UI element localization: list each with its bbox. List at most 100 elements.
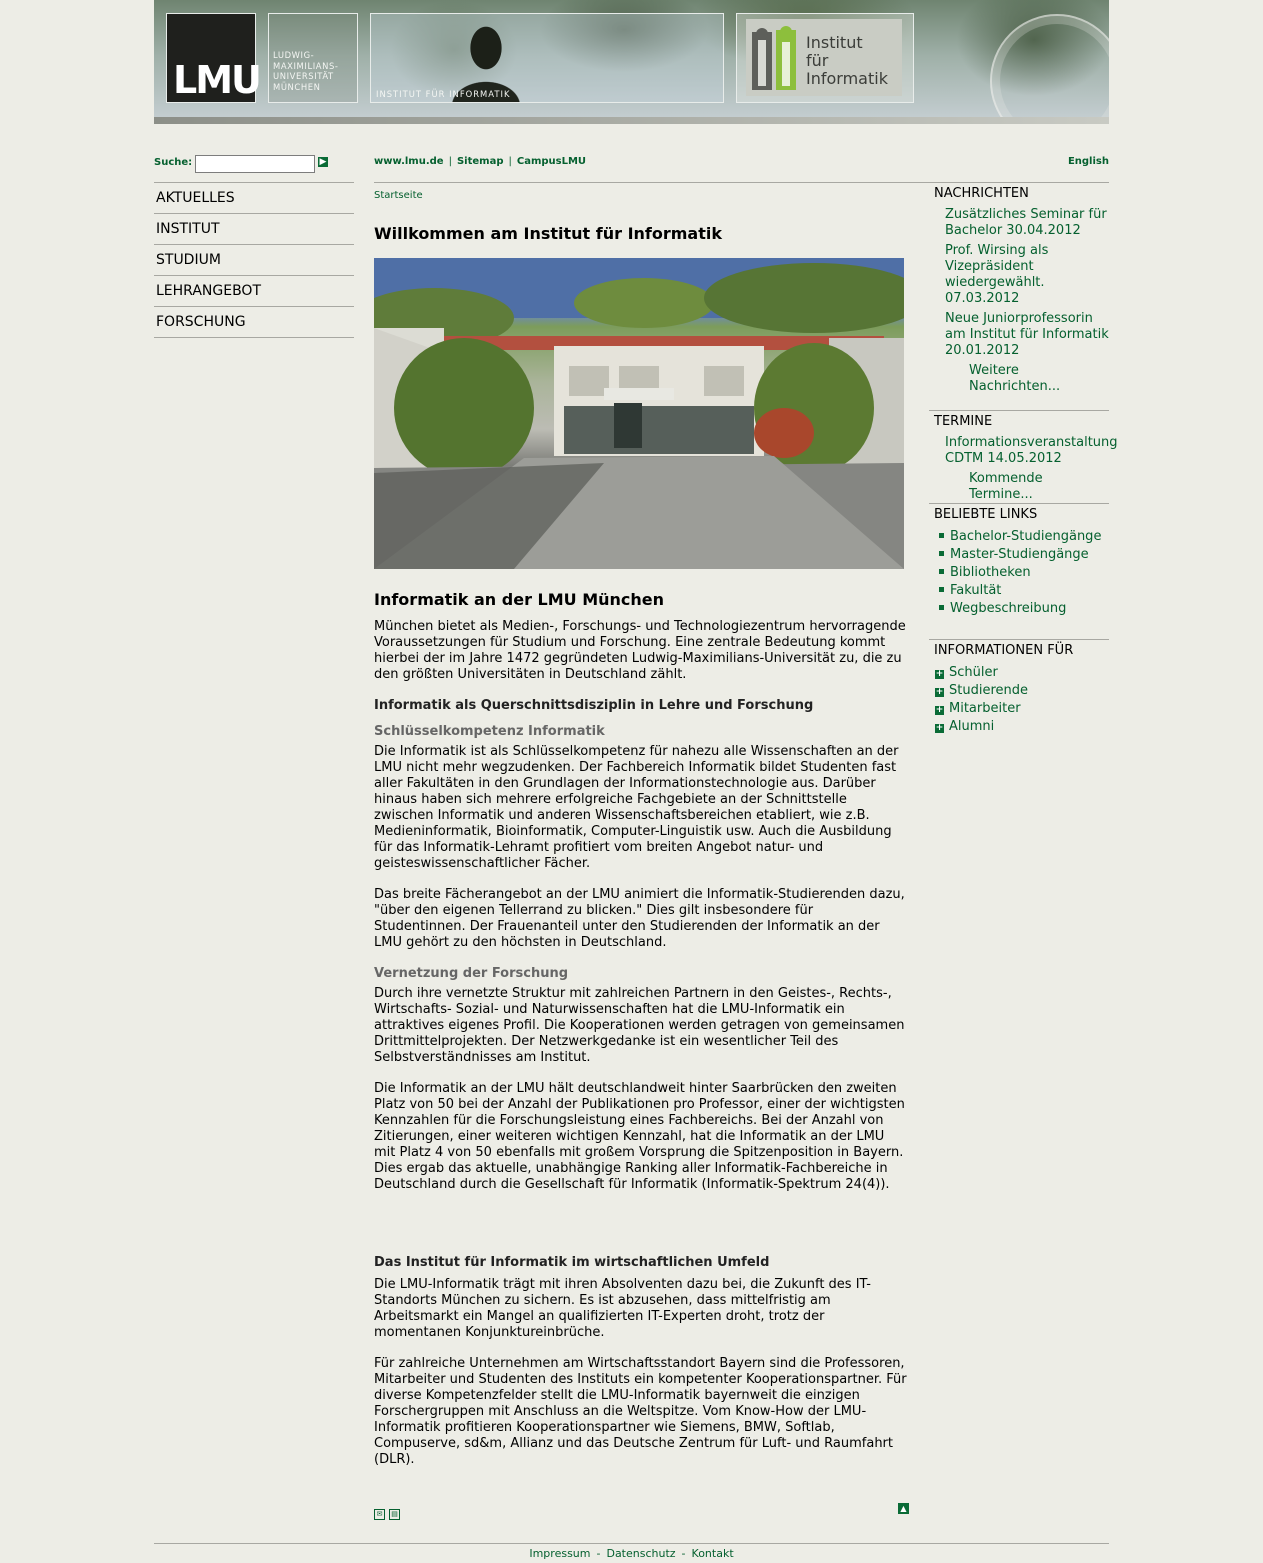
header-banner: LMU LUDWIG- MAXIMILIANS- UNIVERSITÄT MÜN… — [154, 0, 1109, 124]
institute-label: INSTITUT FÜR INFORMATIK — [376, 89, 511, 99]
separator: | — [508, 156, 512, 167]
more-news-link[interactable]: Weitere Nachrichten... — [929, 363, 1109, 395]
page-actions: ✉ ▤ — [374, 1505, 404, 1520]
bullet-square-icon — [939, 587, 944, 592]
header-bottom-band — [154, 117, 1109, 124]
popular-link[interactable]: Bachelor-Studiengänge — [929, 528, 1109, 546]
footer-link-datenschutz[interactable]: Datenschutz — [606, 1547, 675, 1560]
institute-building-photo — [374, 258, 904, 569]
more-events-link[interactable]: Kommende Termine... — [929, 471, 1109, 503]
body-paragraph: Die Informatik ist als Schlüsselkompeten… — [374, 744, 899, 871]
audience-link[interactable]: + Mitarbeiter — [929, 700, 1109, 718]
intro-paragraph: München bietet als Medien-, Forschungs- … — [374, 619, 906, 682]
institute-banner: INSTITUT FÜR INFORMATIK — [370, 13, 724, 103]
mail-icon[interactable]: ✉ — [374, 1509, 385, 1520]
ifi-logo-text: Institut für Informatik — [806, 34, 888, 88]
footer-links: Impressum - Datenschutz - Kontakt — [0, 1547, 1263, 1560]
ifi-logo-line: für — [806, 51, 829, 70]
audience-link-label: Studierende — [949, 683, 1028, 698]
language-switch-english[interactable]: English — [1068, 156, 1109, 167]
audience-link[interactable]: + Studierende — [929, 682, 1109, 700]
popular-link[interactable]: Fakultät — [929, 582, 1109, 600]
nav-item-studium[interactable]: STUDIUM — [154, 244, 354, 275]
news-item[interactable]: Neue Juniorprofessorin am Institut für I… — [929, 311, 1109, 359]
news-item[interactable]: Zusätzliches Seminar für Bachelor 30.04.… — [929, 207, 1109, 239]
bullet-square-icon — [939, 533, 944, 538]
plus-icon: + — [935, 687, 944, 697]
university-name-line: MÜNCHEN — [273, 81, 321, 92]
subsection-subheading: Schlüsselkompetenz Informatik — [374, 724, 605, 739]
body-paragraph: Für zahlreiche Unternehmen am Wirtschaft… — [374, 1356, 907, 1467]
university-name-line: UNIVERSITÄT — [273, 71, 334, 81]
ifi-logo: Institut für Informatik — [746, 19, 902, 96]
body-paragraph: Die Informatik an der LMU hält deutschla… — [374, 1081, 905, 1192]
breadcrumb-startseite[interactable]: Startseite — [374, 190, 423, 201]
popular-link-label: Wegbeschreibung — [950, 601, 1067, 616]
footer-divider — [154, 1543, 1109, 1544]
ifi-logo-box[interactable]: Institut für Informatik — [736, 13, 914, 103]
separator: | — [448, 156, 452, 167]
ifi-logo-line: Informatik — [806, 69, 888, 88]
section-heading: Informatik an der LMU München — [374, 590, 665, 609]
audience-link-label: Alumni — [949, 719, 995, 734]
search-input[interactable] — [195, 155, 315, 173]
plus-icon: + — [935, 669, 944, 679]
events-box: TERMINE Informationsveranstaltung CDTM 1… — [929, 410, 1118, 503]
search-label: Suche: — [154, 157, 193, 168]
plus-icon: + — [935, 723, 944, 733]
separator: - — [596, 1547, 601, 1560]
popular-links-box: BELIEBTE LINKS Bachelor-Studiengänge Mas… — [929, 503, 1109, 618]
building-illustration — [374, 258, 904, 569]
audience-link-label: Schüler — [949, 665, 998, 680]
event-item[interactable]: Informationsveranstaltung CDTM 14.05.201… — [929, 435, 1120, 467]
university-name-line: LUDWIG- — [273, 50, 315, 60]
arrow-right-icon[interactable]: ▶ — [318, 157, 328, 167]
information-for-title: INFORMATIONEN FÜR — [934, 643, 1074, 658]
nav-item-aktuelles[interactable]: AKTUELLES — [154, 182, 354, 213]
university-name: LUDWIG- MAXIMILIANS- UNIVERSITÄT MÜNCHEN — [273, 50, 357, 92]
bullet-square-icon — [939, 551, 944, 556]
lmu-logo[interactable]: LMU — [166, 13, 262, 103]
link-lmu-de[interactable]: www.lmu.de — [374, 156, 444, 167]
nav-item-institut[interactable]: INSTITUT — [154, 213, 354, 244]
subsection-heading: Das Institut für Informatik im wirtschaf… — [374, 1255, 770, 1270]
popular-link[interactable]: Wegbeschreibung — [929, 600, 1109, 618]
audience-link[interactable]: + Alumni — [929, 718, 1109, 736]
university-name-line: MAXIMILIANS- — [273, 60, 339, 71]
back-to-top-icon[interactable]: ▲ — [898, 1503, 909, 1514]
lmu-logo-text: LMU — [173, 58, 262, 102]
popular-link-label: Bibliotheken — [950, 565, 1031, 580]
audience-link[interactable]: + Schüler — [929, 664, 1109, 682]
subsection-heading: Informatik als Querschnittsdisziplin in … — [374, 698, 814, 713]
link-campuslmu[interactable]: CampusLMU — [517, 156, 586, 167]
print-icon[interactable]: ▤ — [389, 1509, 400, 1520]
main-navigation: AKTUELLES INSTITUT STUDIUM LEHRANGEBOT F… — [154, 182, 354, 338]
separator: - — [681, 1547, 686, 1560]
body-paragraph: Das breite Fächerangebot an der LMU anim… — [374, 887, 905, 950]
footer-link-kontakt[interactable]: Kontakt — [692, 1547, 734, 1560]
popular-link-label: Fakultät — [950, 583, 1002, 598]
bullet-square-icon — [939, 605, 944, 610]
footer-link-impressum[interactable]: Impressum — [529, 1547, 590, 1560]
information-for-box: INFORMATIONEN FÜR + Schüler + Studierende … — [929, 639, 1109, 736]
page-title: Willkommen am Institut für Informatik — [374, 224, 722, 243]
nav-item-lehrangebot[interactable]: LEHRANGEBOT — [154, 275, 354, 306]
popular-link[interactable]: Bibliotheken — [929, 564, 1109, 582]
audience-link-label: Mitarbeiter — [949, 701, 1021, 716]
body-paragraph: Die LMU-Informatik trägt mit ihren Absol… — [374, 1277, 871, 1340]
body-paragraph: Durch ihre vernetzte Struktur mit zahlre… — [374, 986, 905, 1065]
plus-icon: + — [935, 705, 944, 715]
ifi-mark-icon — [752, 26, 796, 90]
university-name-box: LUDWIG- MAXIMILIANS- UNIVERSITÄT MÜNCHEN — [268, 13, 358, 103]
news-title: NACHRICHTEN — [934, 186, 1029, 201]
news-item[interactable]: Prof. Wirsing als Vizepräsident wiederge… — [929, 243, 1109, 307]
popular-link-label: Master-Studiengänge — [950, 547, 1089, 562]
subsection-subheading: Vernetzung der Forschung — [374, 966, 569, 981]
popular-links-title: BELIEBTE LINKS — [934, 507, 1038, 522]
bullet-square-icon — [939, 569, 944, 574]
popular-link[interactable]: Master-Studiengänge — [929, 546, 1109, 564]
university-seal-icon — [990, 14, 1109, 124]
news-box: NACHRICHTEN Zusätzliches Seminar für Bac… — [929, 182, 1109, 395]
link-sitemap[interactable]: Sitemap — [457, 156, 504, 167]
nav-item-forschung[interactable]: FORSCHUNG — [154, 306, 354, 338]
